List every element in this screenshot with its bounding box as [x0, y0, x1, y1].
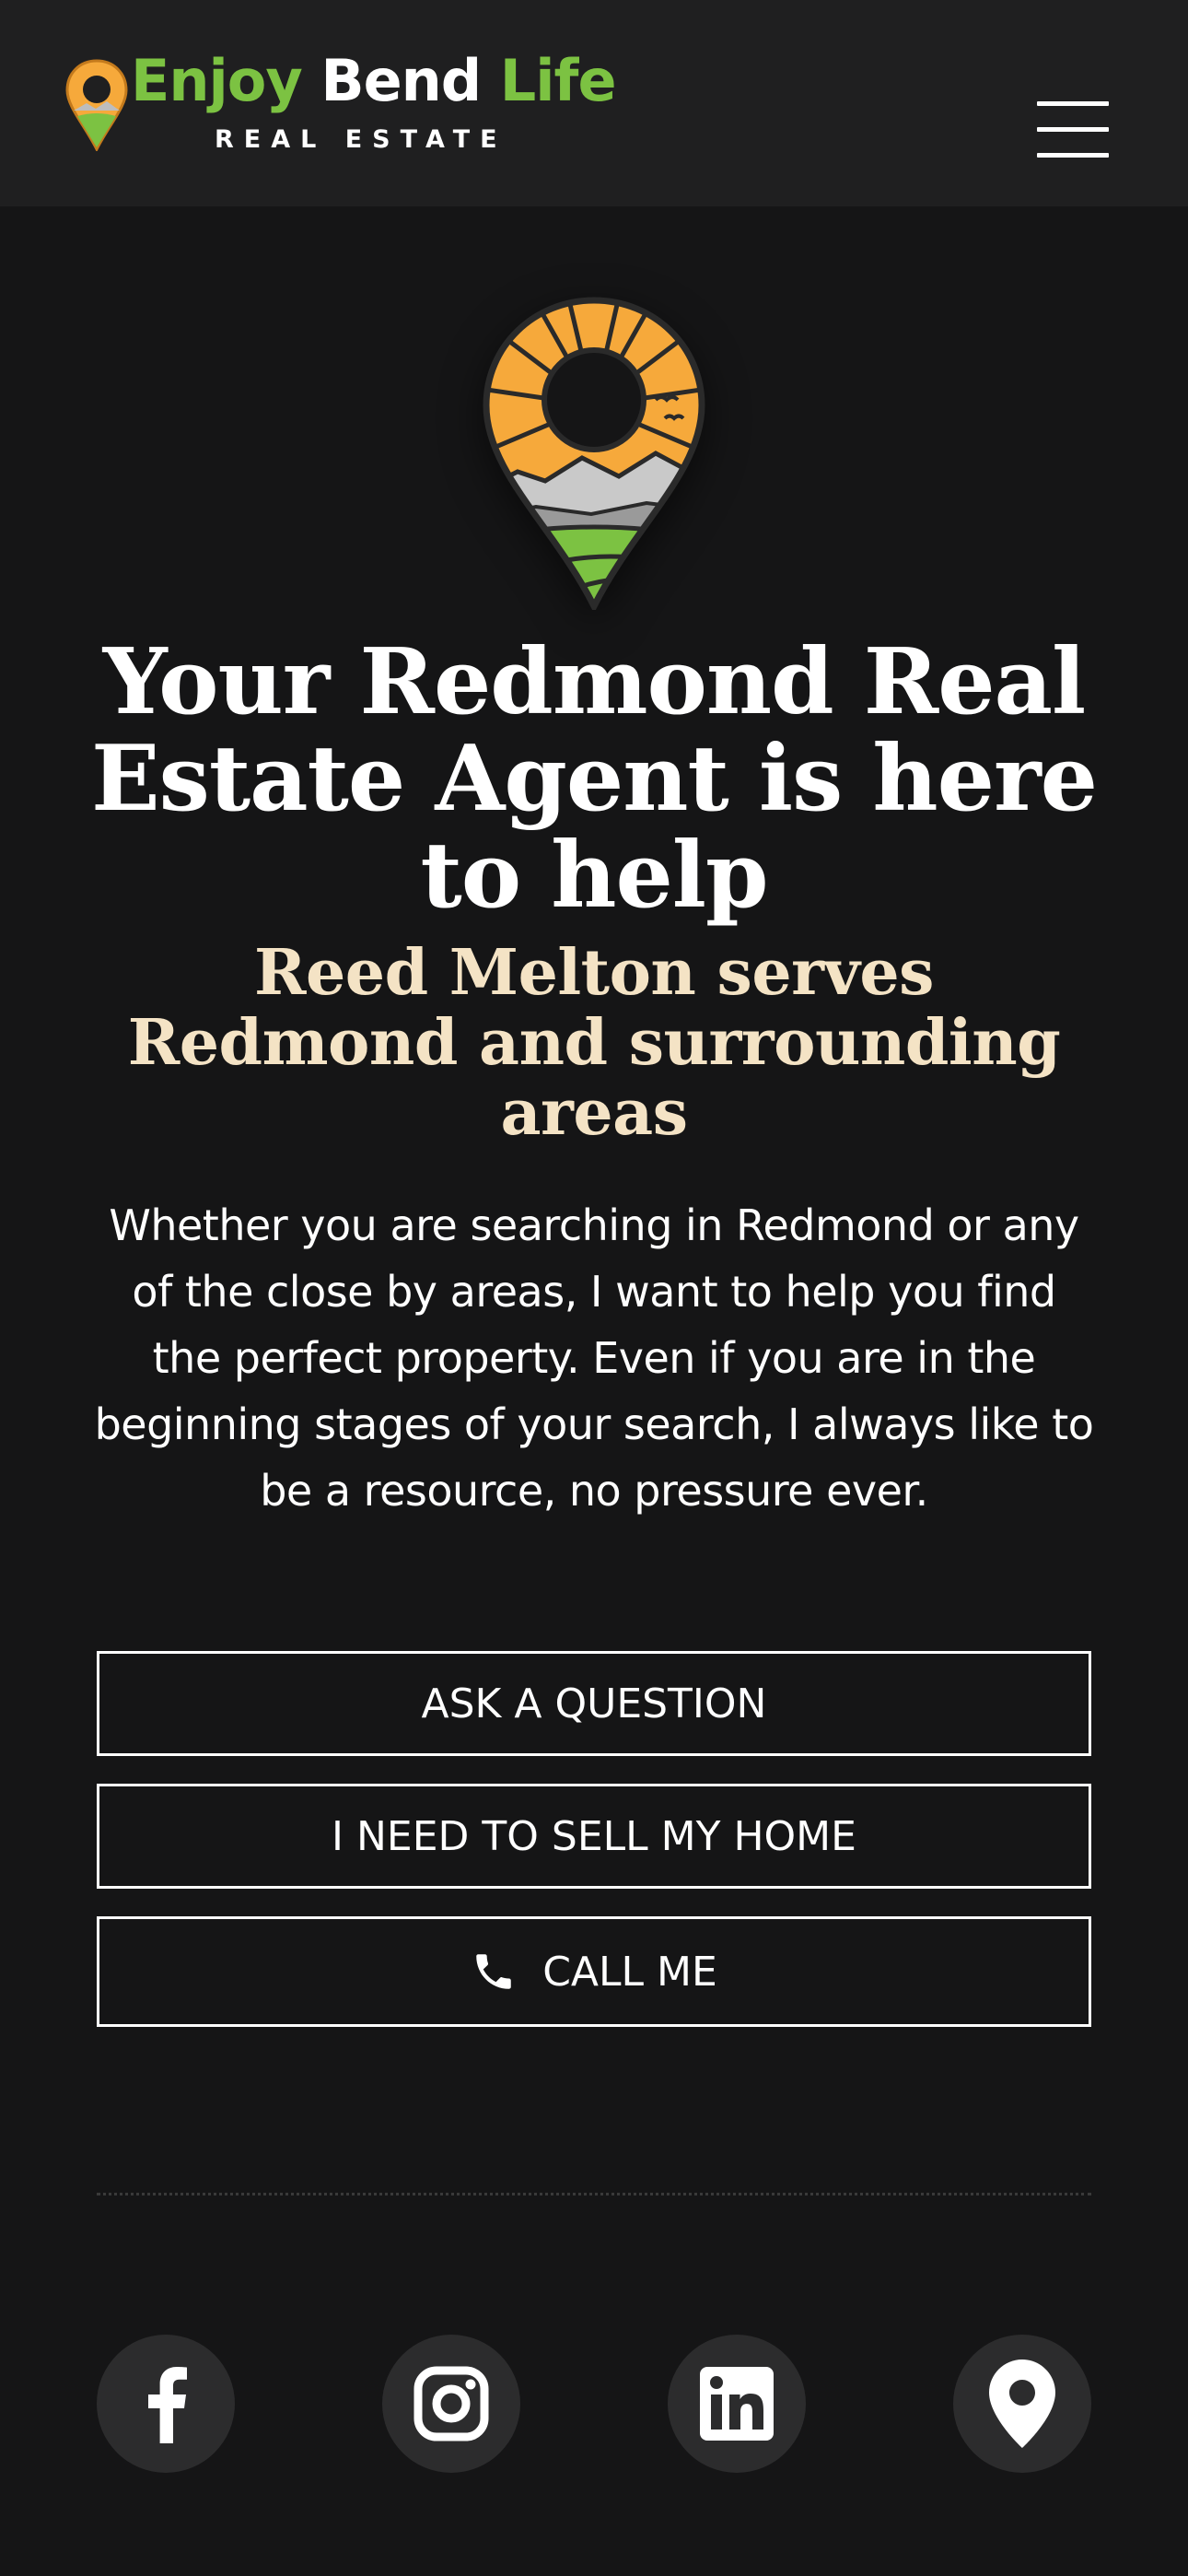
site-header: Enjoy Bend Life REAL ESTATE: [0, 0, 1188, 206]
location-pin-landscape-icon: [483, 297, 705, 610]
logo-word-life: Life: [499, 47, 617, 114]
hamburger-menu-icon[interactable]: [1031, 96, 1109, 158]
phone-icon: [476, 1954, 511, 1989]
section-divider: [97, 2193, 1091, 2195]
intro-paragraph: Whether you are searching in Redmond or …: [94, 1200, 1094, 1516]
page-title: Your Redmond Real Estate Agent is here t…: [90, 629, 1098, 929]
logo-wordmark: Enjoy Bend Life: [131, 47, 617, 114]
facebook-link[interactable]: [97, 2335, 235, 2473]
sell-home-button[interactable]: I NEED TO SELL MY HOME: [97, 1784, 1091, 1889]
instagram-link[interactable]: [382, 2335, 520, 2473]
menu-bar: [1037, 153, 1109, 158]
call-me-button[interactable]: CALL ME: [97, 1916, 1091, 2027]
logo-word-bend: Bend: [320, 47, 482, 114]
facebook-icon: [148, 2367, 187, 2443]
location-link[interactable]: [953, 2335, 1091, 2473]
ask-question-button[interactable]: ASK A QUESTION: [97, 1651, 1091, 1756]
instagram-icon: [413, 2366, 489, 2441]
linkedin-icon: [700, 2367, 774, 2441]
map-pin-icon: [989, 2359, 1055, 2448]
linkedin-link[interactable]: [668, 2335, 806, 2473]
menu-bar: [1037, 127, 1109, 132]
logo-word-enjoy: Enjoy: [131, 47, 303, 114]
logo-pin-icon: [65, 59, 128, 151]
call-me-label: CALL ME: [542, 1948, 717, 1996]
menu-bar: [1037, 101, 1109, 106]
site-logo[interactable]: Enjoy Bend Life REAL ESTATE: [64, 49, 617, 155]
ask-question-label: ASK A QUESTION: [421, 1680, 767, 1727]
logo-subtitle: REAL ESTATE: [215, 125, 507, 154]
page-subtitle: Reed Melton serves Redmond and surroundi…: [127, 936, 1061, 1150]
sell-home-label: I NEED TO SELL MY HOME: [332, 1812, 856, 1860]
